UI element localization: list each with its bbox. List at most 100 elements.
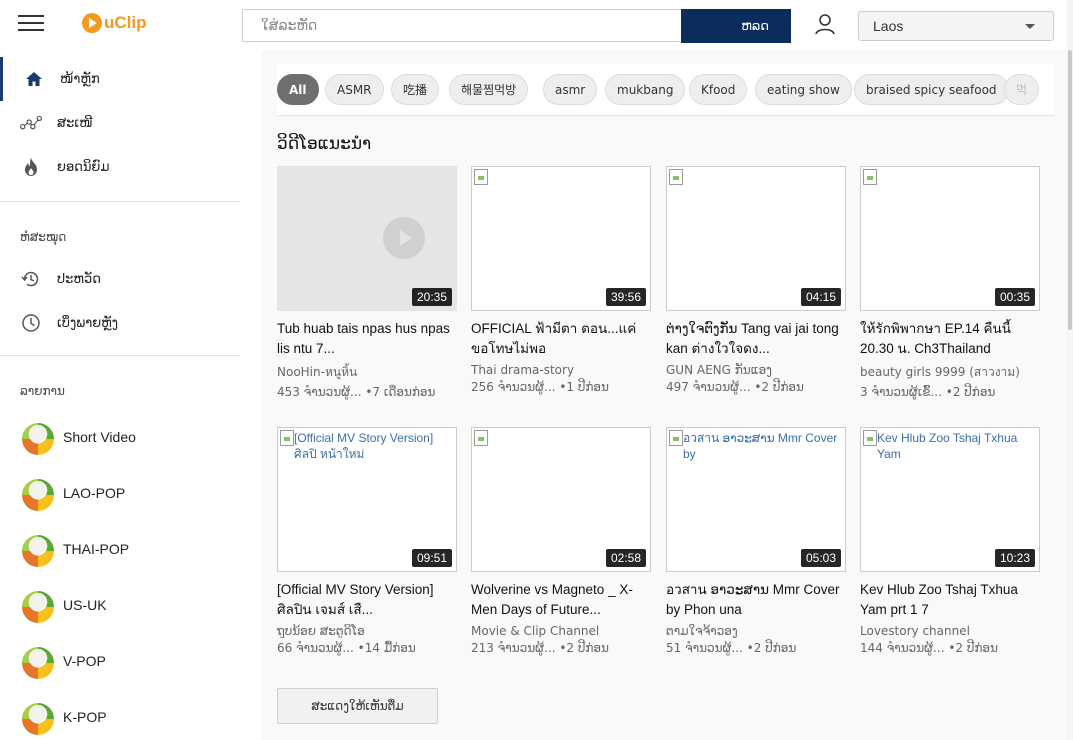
video-card[interactable]: Kev Hlub Zoo Tshaj Txhua Yam 10:23 Kev H… (860, 427, 1040, 655)
video-meta: 256 ຈຳນວນຜູ້... •1 ປີກ່ອນ (471, 380, 609, 394)
video-thumbnail[interactable]: อวสาน ອາວະສານ Mmr Cover by 05:03 (666, 427, 846, 572)
channel-name[interactable]: ຕາມໃຈຈ້າວອງ (666, 624, 846, 638)
genre-item-v-pop[interactable]: V-POP (0, 639, 241, 687)
user-icon[interactable] (813, 12, 837, 36)
genre-label: K-POP (63, 709, 107, 725)
sidebar-item-label: ຍອດນິຍົມ (57, 159, 110, 175)
genre-item-lao-pop[interactable]: LAO-POP (0, 471, 241, 519)
duration-badge: 10:23 (994, 549, 1035, 567)
channel-name[interactable]: Thai drama-story (471, 363, 651, 377)
video-thumbnail[interactable]: 39:56 (471, 166, 651, 311)
sidebar-item-label: ໜ້າຫຼັກ (60, 71, 100, 87)
broken-image-icon (863, 169, 877, 185)
genre-avatar (22, 423, 54, 455)
channel-name[interactable]: Lovestory channel (860, 624, 1040, 638)
sidebar-item-recommend[interactable]: ສະເໜີ (0, 101, 241, 145)
logo-text: uClip (104, 13, 147, 32)
video-card[interactable]: 02:58 Wolverine vs Magneto _ X-Men Days … (471, 427, 651, 655)
genre-label: Short Video (63, 429, 136, 445)
sidebar-item-history[interactable]: ປະຫວັດ (0, 257, 241, 301)
video-title[interactable]: Kev Hlub Zoo Tshaj Txhua Yam prt 1 7 (860, 580, 1040, 620)
video-meta: 497 ຈຳນວນຜູ້... •2 ປີກ່ອນ (666, 380, 804, 394)
channel-name[interactable]: NooHin-หนูหิ้น (277, 363, 457, 382)
chip-asmr[interactable]: ASMR (325, 74, 384, 105)
genre-item-us-uk[interactable]: US-UK (0, 583, 241, 631)
share-icon (20, 112, 42, 134)
search-input[interactable] (243, 10, 683, 41)
video-card[interactable]: [Official MV Story Version] ศิลปิ หน้าให… (277, 427, 457, 655)
home-icon (23, 68, 45, 90)
video-title[interactable]: [Official MV Story Version] ศิลปิน เจมส์… (277, 580, 457, 620)
channel-name[interactable]: GUN AENG ກັນແອງ (666, 363, 846, 377)
search-button[interactable]: ຫລດ (681, 9, 791, 43)
filter-chips-bar: All ASMR 吃播 해물찜먹방 asmr mukbang Kfood eat… (277, 64, 1054, 116)
video-title[interactable]: Tub huab tais npas hus npas lis ntu 7... (277, 319, 457, 359)
video-title[interactable]: ຕ່າງໃຈຕົງກັນ Tang vai jai tong kan ต่างใ… (666, 319, 846, 359)
video-meta: 144 ຈຳນວນຜູ້... •2 ປີກ່ອນ (860, 641, 998, 655)
chip-chibo[interactable]: 吃播 (391, 74, 440, 105)
video-title[interactable]: OFFICIAL ฟ้ามีตา ตอน...แค่ขอโทษไม่พอ (471, 319, 651, 359)
genre-label: US-UK (63, 597, 107, 613)
channel-name[interactable]: beauty girls 9999 (สาวงาม) (860, 363, 1040, 382)
video-thumbnail[interactable]: 20:35 (277, 166, 457, 311)
video-thumbnail[interactable]: 00:35 (860, 166, 1040, 311)
chip-all[interactable]: All (277, 74, 319, 105)
video-thumbnail[interactable]: 04:15 (666, 166, 846, 311)
duration-badge: 04:15 (800, 288, 841, 306)
video-meta: 213 ຈຳນວນຜູ້... •2 ປີກ່ອນ (471, 641, 609, 655)
chip-kfood[interactable]: Kfood (689, 74, 748, 105)
duration-badge: 00:35 (994, 288, 1035, 306)
channel-name[interactable]: ຖຸບນ້ອຍ ສະຕູດິໂອ (277, 624, 457, 638)
load-more-button[interactable]: ສະແດງໃຫ້ເຫັນຕື່ມ (277, 688, 438, 724)
chip-braised-seafood[interactable]: braised spicy seafood (854, 74, 1009, 105)
genre-label: LAO-POP (63, 485, 126, 501)
thumbnail-alt-text: [Official MV Story Version] ศิลปิ หน้าให… (294, 431, 434, 461)
video-title[interactable]: อวสาน ອາວະສານ Mmr Cover by Phon una (666, 580, 846, 620)
chip-partial[interactable]: 먹 (1004, 74, 1040, 105)
clock-icon (20, 312, 42, 334)
chevron-down-icon (1025, 24, 1035, 29)
genre-item-short-video[interactable]: Short Video (0, 415, 241, 463)
scrollbar-thumb[interactable] (1068, 50, 1072, 330)
video-thumbnail[interactable]: [Official MV Story Version] ศิลปิ หน้าให… (277, 427, 457, 572)
video-title[interactable]: Wolverine vs Magneto _ X-Men Days of Fut… (471, 580, 651, 620)
channel-name[interactable]: Movie & Clip Channel (471, 624, 651, 638)
genre-avatar (22, 647, 54, 679)
sidebar-item-watch-later[interactable]: ເບິ່ງພາຍຫຼັງ (0, 301, 241, 345)
genre-item-thai-pop[interactable]: THAI-POP (0, 527, 241, 575)
video-card[interactable]: 39:56 OFFICIAL ฟ้ามีตา ตอน...แค่ขอโทษไม่… (471, 166, 651, 394)
broken-image-icon (669, 169, 683, 185)
sidebar-item-label: ເບິ່ງພາຍຫຼັງ (57, 315, 119, 331)
chip-haemul[interactable]: 해물찜먹방 (449, 74, 529, 105)
video-thumbnail[interactable]: Kev Hlub Zoo Tshaj Txhua Yam 10:23 (860, 427, 1040, 572)
sidebar-item-trending[interactable]: ຍອດນິຍົມ (0, 145, 241, 189)
sidebar: ໜ້າຫຼັກ ສະເໜີ ຍອດນິຍົມ ຫໍສະໝຸດ ປະຫວັດ ເບ… (0, 50, 261, 740)
top-header: uClip ຫລດ Laos (0, 0, 1073, 50)
play-placeholder-icon (383, 217, 425, 259)
language-value: Laos (873, 18, 904, 34)
play-logo-icon (82, 13, 102, 33)
language-select[interactable]: Laos (858, 11, 1054, 41)
sidebar-item-home[interactable]: ໜ້າຫຼັກ (0, 57, 241, 101)
chip-asmr-lower[interactable]: asmr (543, 74, 598, 105)
chip-eating-show[interactable]: eating show (755, 74, 852, 105)
broken-image-icon (474, 430, 488, 446)
video-card[interactable]: 00:35 ให้รักพิพากษา EP.14 คืนนี้ 20.30 น… (860, 166, 1040, 399)
history-icon (20, 268, 42, 290)
fire-icon (20, 156, 42, 178)
genre-avatar (22, 535, 54, 567)
video-title[interactable]: ให้รักพิพากษา EP.14 คืนนี้ 20.30 น. Ch3T… (860, 319, 1040, 359)
logo[interactable]: uClip (82, 13, 147, 33)
genre-item-k-pop[interactable]: K-POP (0, 695, 241, 740)
broken-image-icon (474, 169, 488, 185)
video-thumbnail[interactable]: 02:58 (471, 427, 651, 572)
search-box (242, 9, 742, 42)
chip-mukbang[interactable]: mukbang (605, 74, 686, 105)
duration-badge: 05:03 (800, 549, 841, 567)
video-meta: 51 ຈຳນວນຜູ້... •2 ປີກ່ອນ (666, 641, 797, 655)
video-card[interactable]: 20:35 Tub huab tais npas hus npas lis nt… (277, 166, 457, 399)
video-card[interactable]: 04:15 ຕ່າງໃຈຕົງກັນ Tang vai jai tong kan… (666, 166, 846, 394)
scrollbar-track[interactable] (1067, 0, 1073, 740)
video-card[interactable]: อวสาน ອາວະສານ Mmr Cover by 05:03 อวสาน ອ… (666, 427, 846, 655)
menu-icon[interactable] (18, 15, 44, 33)
